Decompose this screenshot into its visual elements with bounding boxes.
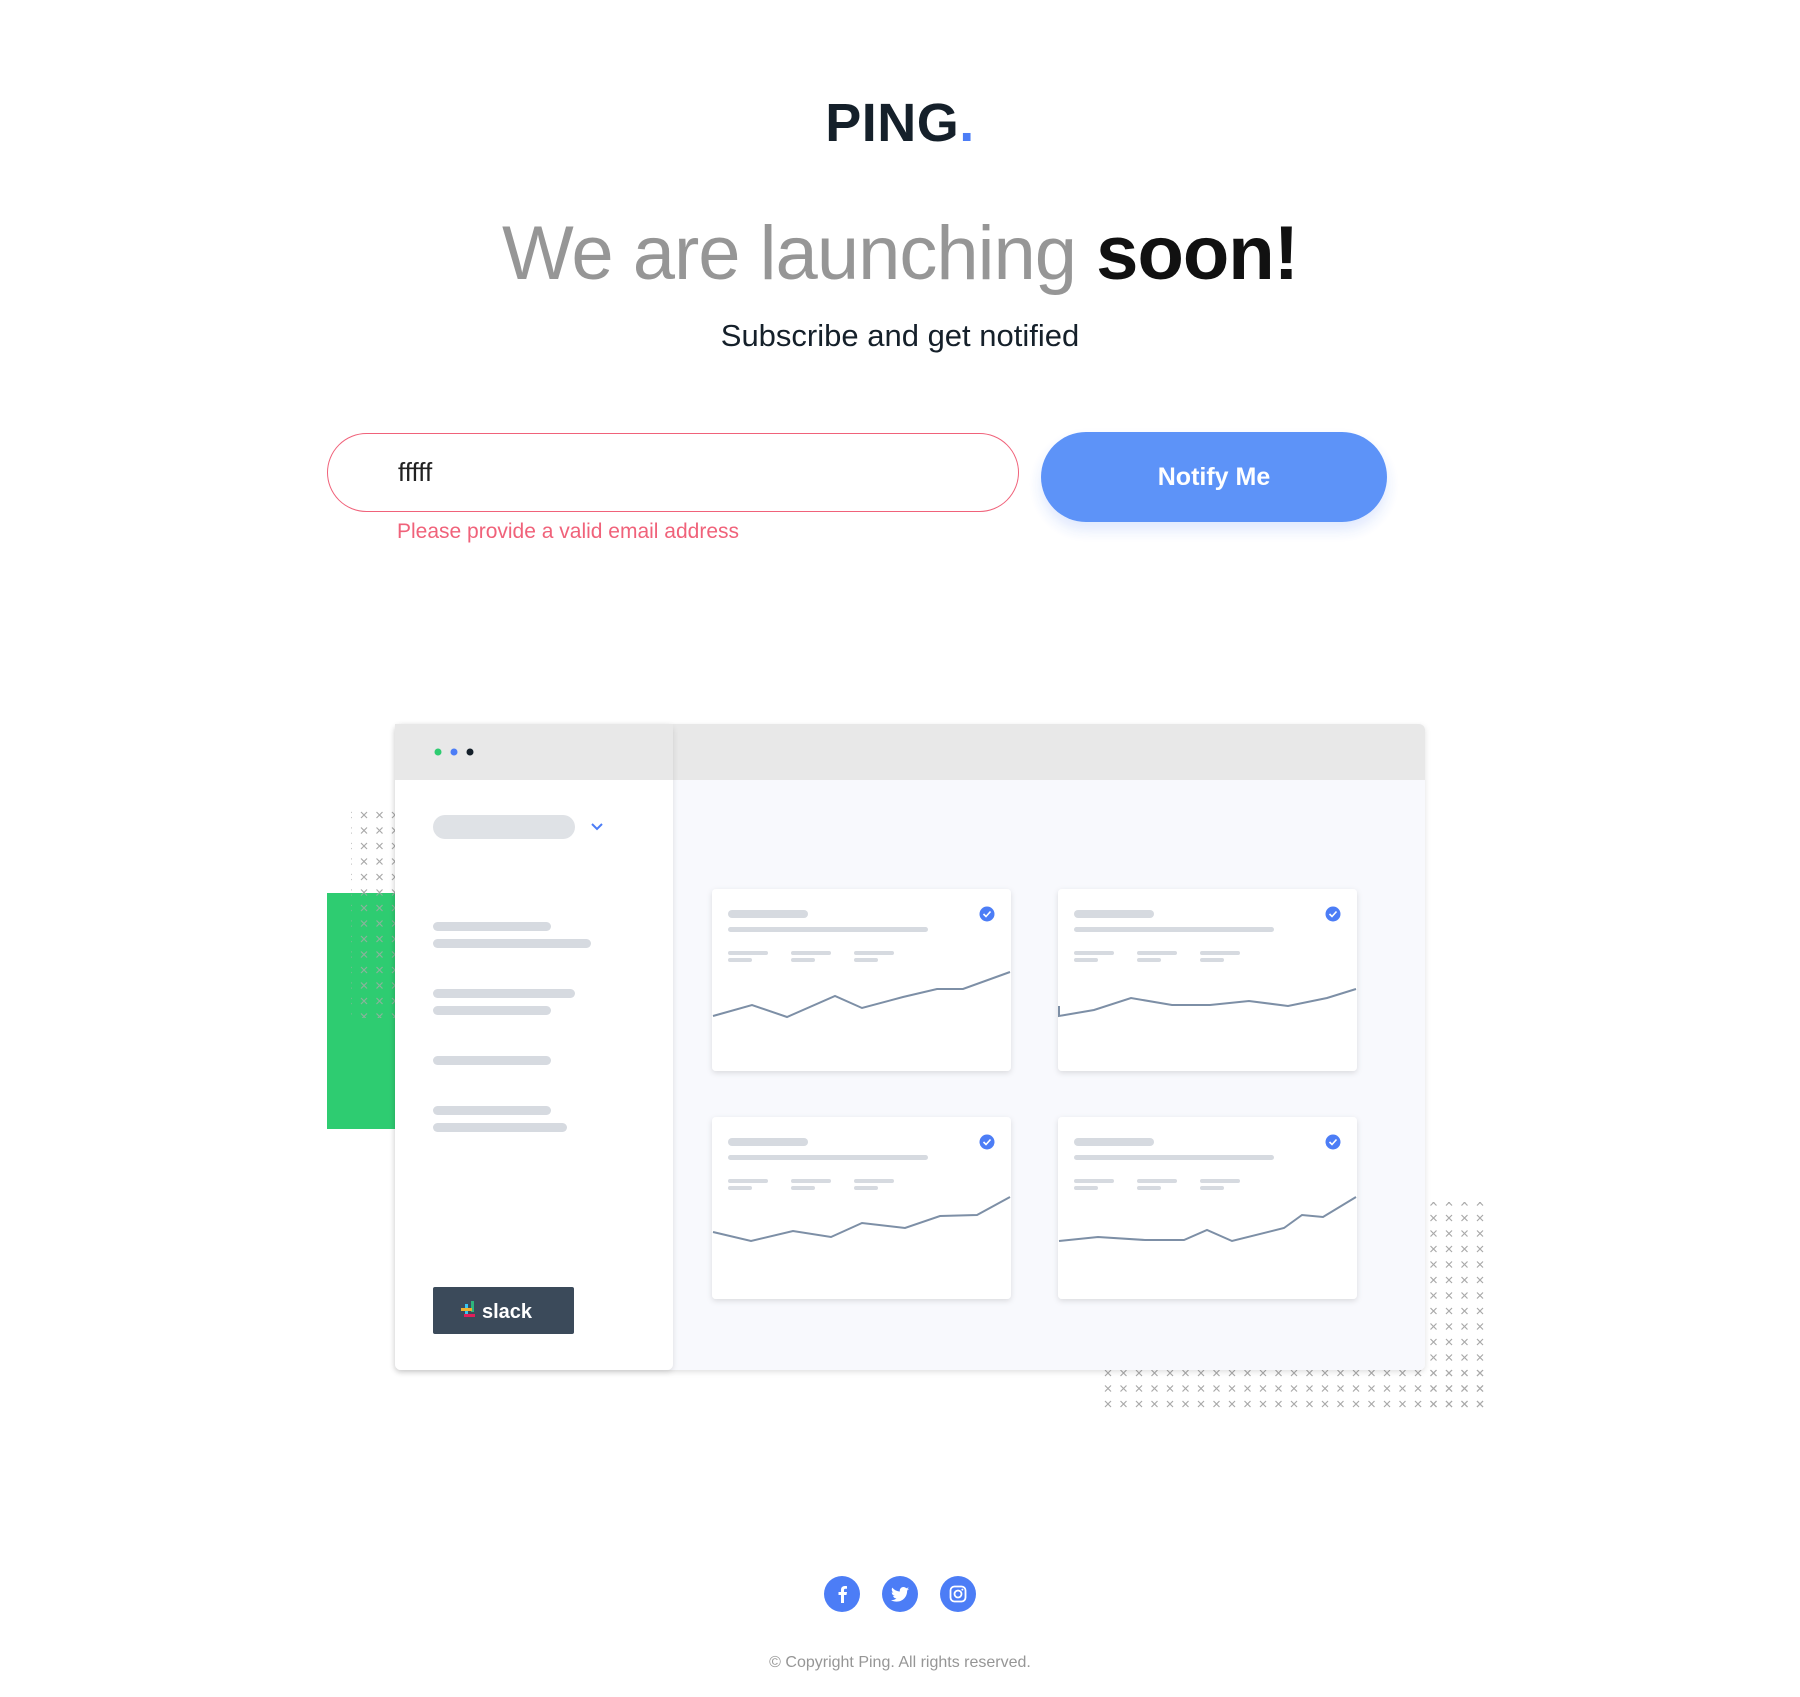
page-title: We are launching soon! bbox=[0, 210, 1800, 297]
chart-card-2 bbox=[1058, 889, 1357, 1071]
instagram-icon[interactable] bbox=[940, 1576, 976, 1612]
error-message: Please provide a valid email address bbox=[397, 520, 740, 543]
copyright-text: © Copyright Ping. All rights reserved. bbox=[769, 1654, 1031, 1671]
sidebar-dropdown-placeholder bbox=[433, 815, 575, 839]
social-links bbox=[0, 1576, 1800, 1612]
chart-card-4 bbox=[1058, 1117, 1357, 1299]
chart-card-1 bbox=[712, 889, 1011, 1071]
brand-dot: . bbox=[959, 93, 975, 153]
facebook-icon[interactable] bbox=[824, 1576, 860, 1612]
headline-bold: soon! bbox=[1096, 211, 1299, 296]
notify-me-button[interactable]: Notify Me bbox=[1041, 432, 1387, 522]
x-pattern-bottom bbox=[1098, 1370, 1487, 1414]
headline-light: We are launching bbox=[501, 211, 1077, 296]
dashboard-illustration: slack bbox=[327, 724, 1487, 1414]
twitter-icon[interactable] bbox=[882, 1576, 918, 1612]
slack-label: slack bbox=[482, 1301, 533, 1323]
slack-button: slack bbox=[433, 1287, 574, 1334]
email-field[interactable] bbox=[327, 433, 1019, 512]
brand-logo: PING. bbox=[0, 92, 1800, 154]
x-pattern-on-green bbox=[351, 893, 395, 1018]
subheading: Subscribe and get notified bbox=[720, 318, 1080, 353]
chart-card-3 bbox=[712, 1117, 1011, 1299]
brand-name: PING bbox=[825, 93, 960, 153]
